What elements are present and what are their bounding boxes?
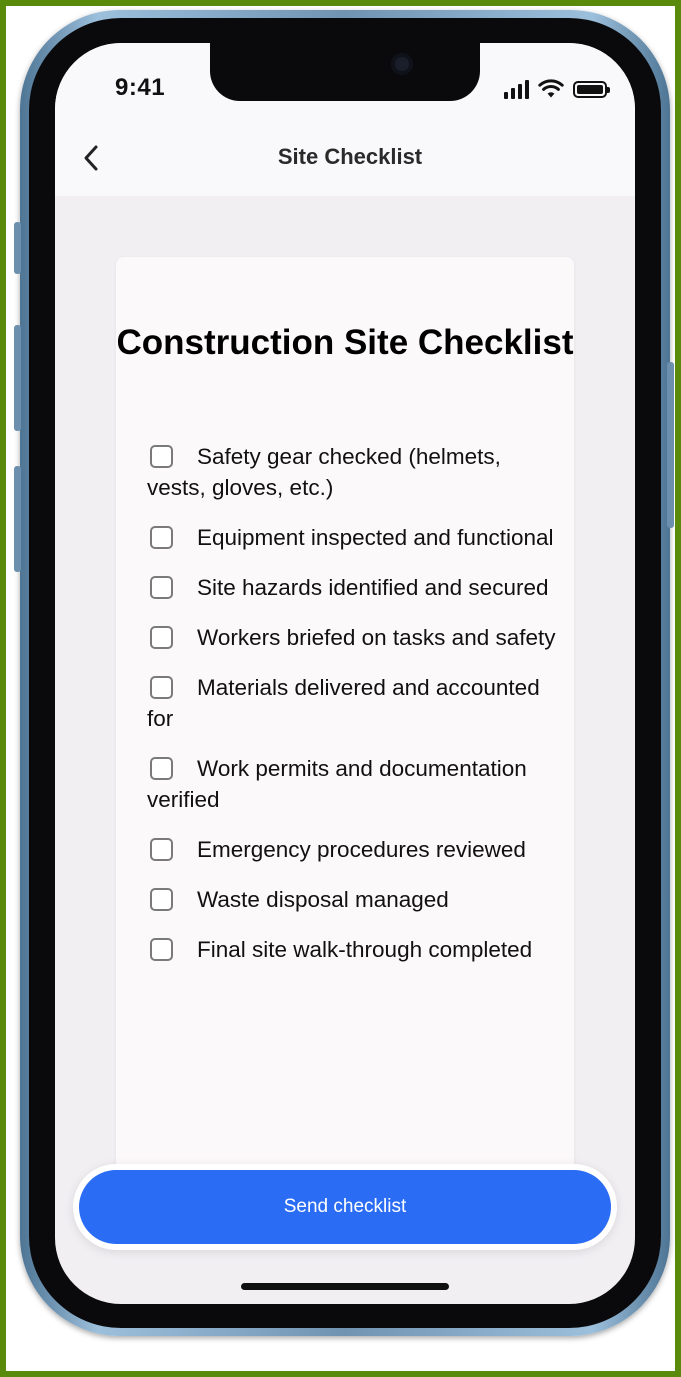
checkbox[interactable] (150, 576, 173, 599)
checklist-item: Site hazards identified and secured (147, 572, 557, 603)
checklist-item-label: Work permits and documentation verified (147, 756, 527, 812)
notch (210, 43, 480, 101)
checkbox[interactable] (150, 626, 173, 649)
checkbox[interactable] (150, 757, 173, 780)
checklist-item: Materials delivered and accounted for (147, 672, 557, 734)
page-title: Site Checklist (277, 144, 423, 169)
checkbox[interactable] (150, 938, 173, 961)
checklist-item: Workers briefed on tasks and safety (147, 622, 557, 653)
cellular-signal-icon (504, 79, 529, 99)
home-indicator (241, 1283, 449, 1290)
phone-silent-switch (14, 222, 21, 274)
battery-icon (573, 81, 610, 98)
checkbox[interactable] (150, 445, 173, 468)
checklist-item-label: Equipment inspected and functional (197, 525, 554, 550)
checklist-item: Safety gear checked (helmets, vests, glo… (147, 441, 557, 503)
wifi-icon (538, 79, 564, 98)
phone-volume-down-button (14, 466, 21, 572)
checklist-item-label: Materials delivered and accounted for (147, 675, 540, 731)
checkbox[interactable] (150, 838, 173, 861)
phone-power-button (667, 362, 674, 528)
checklist-item-label: Workers briefed on tasks and safety (197, 625, 556, 650)
checklist-item-label: Emergency procedures reviewed (197, 837, 526, 862)
checklist-title: Construction Site Checklist (116, 323, 574, 362)
phone-volume-up-button (14, 325, 21, 431)
checklist-item: Work permits and documentation verified (147, 753, 557, 815)
send-checklist-button[interactable]: Send checklist (79, 1170, 611, 1244)
checkbox[interactable] (150, 676, 173, 699)
top-bar: 9:41 Site Checklist (55, 43, 635, 196)
front-camera (391, 53, 413, 75)
checkbox[interactable] (150, 526, 173, 549)
checklist-item: Emergency procedures reviewed (147, 834, 557, 865)
checklist: Safety gear checked (helmets, vests, glo… (147, 441, 557, 984)
checklist-item-label: Waste disposal managed (197, 887, 449, 912)
status-icons (504, 77, 610, 99)
status-time: 9:41 (115, 74, 166, 101)
checklist-item: Final site walk-through completed (147, 934, 557, 965)
checklist-item-label: Site hazards identified and secured (197, 575, 549, 600)
phone-screen: 9:41 Site Checklist Construction Site Ch… (55, 43, 635, 1304)
checklist-item: Equipment inspected and functional (147, 522, 557, 553)
checklist-item: Waste disposal managed (147, 884, 557, 915)
checklist-item-label: Safety gear checked (helmets, vests, glo… (147, 444, 501, 500)
send-button-container: Send checklist (73, 1164, 617, 1250)
checkbox[interactable] (150, 888, 173, 911)
checklist-item-label: Final site walk-through completed (197, 937, 533, 962)
